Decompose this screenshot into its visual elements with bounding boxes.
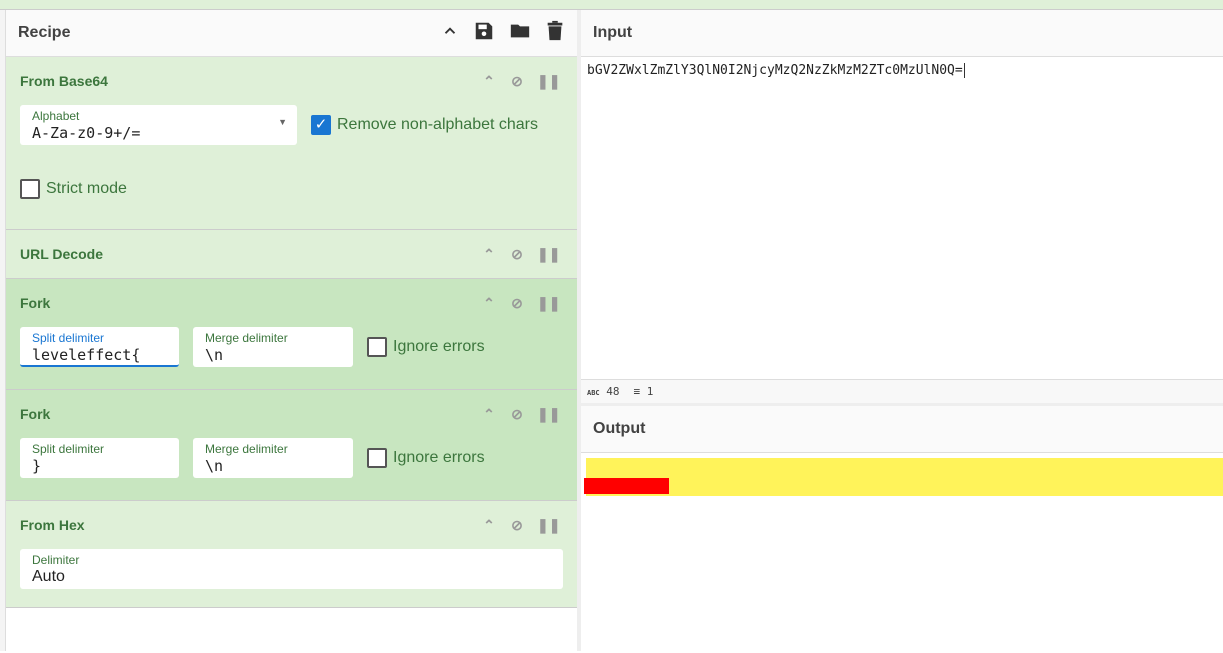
field-value: Auto xyxy=(32,568,65,585)
pause-icon[interactable]: ❚❚ xyxy=(537,406,560,423)
trash-icon[interactable] xyxy=(545,20,565,47)
pause-icon[interactable]: ❚❚ xyxy=(537,517,560,534)
delimiter-select[interactable]: Delimiter Auto xyxy=(20,549,563,589)
operation-title: From Base64 xyxy=(20,73,108,89)
field-label: Split delimiter xyxy=(32,442,105,456)
output-textarea[interactable] xyxy=(581,453,1223,653)
operation-from-hex[interactable]: From Hex ⌃ ⊘ ❚❚ Delimiter Auto xyxy=(6,501,577,608)
checkbox-label: Strict mode xyxy=(46,180,127,197)
operation-title: Fork xyxy=(20,406,51,422)
dropdown-arrow-icon[interactable]: ▼ xyxy=(278,117,287,127)
pause-icon[interactable]: ❚❚ xyxy=(537,246,560,263)
operation-title: URL Decode xyxy=(20,246,103,262)
checkbox-box[interactable] xyxy=(20,179,40,199)
io-panel: Input bGV2ZWxlZmZlY3QlN0I2NjcyMzQ2NzZkMz… xyxy=(581,10,1223,651)
disable-icon[interactable]: ⊘ xyxy=(509,517,525,534)
field-label: Merge delimiter xyxy=(205,331,288,345)
input-value: bGV2ZWxlZmZlY3QlN0I2NjcyMzQ2NzZkMzM2ZTc0… xyxy=(587,63,963,78)
disable-icon[interactable]: ⊘ xyxy=(509,73,525,90)
remove-non-alphabet-checkbox[interactable]: ✓ Remove non-alphabet chars xyxy=(311,115,538,135)
field-value: A-Za-z0-9+/= xyxy=(32,124,141,142)
alphabet-select[interactable]: Alphabet A-Za-z0-9+/= ▼ xyxy=(20,105,297,145)
field-value: leveleffect{ xyxy=(32,346,141,364)
chevron-up-icon[interactable]: ⌃ xyxy=(481,406,497,423)
lines-value: 1 xyxy=(646,385,654,398)
operation-fork[interactable]: Fork ⌃ ⊘ ❚❚ Split delimiter } Merge delimi… xyxy=(6,390,577,501)
split-delimiter-input[interactable]: Split delimiter } xyxy=(20,438,179,478)
field-label: Merge delimiter xyxy=(205,442,288,456)
pause-icon[interactable]: ❚❚ xyxy=(537,73,560,90)
abc-icon: ABC xyxy=(587,389,600,397)
field-value: \n xyxy=(205,457,224,475)
field-value: } xyxy=(32,457,42,475)
chevron-up-icon[interactable]: ⌃ xyxy=(481,73,497,90)
merge-delimiter-input[interactable]: Merge delimiter \n xyxy=(193,327,353,367)
checkbox-label: Remove non-alphabet chars xyxy=(337,116,539,133)
input-title: Input xyxy=(593,24,633,41)
disable-icon[interactable]: ⊘ xyxy=(509,406,525,423)
ignore-errors-checkbox[interactable]: Ignore errors xyxy=(367,448,485,468)
chevron-up-icon[interactable]: ⌃ xyxy=(481,295,497,312)
save-icon[interactable] xyxy=(473,20,495,47)
operation-title: From Hex xyxy=(20,517,85,533)
field-value: \n xyxy=(205,346,224,364)
chevron-up-icon[interactable] xyxy=(441,22,459,45)
operation-from-base64[interactable]: From Base64 ⌃ ⊘ ❚❚ Alphabet A-Za-z0-9+/= ▼… xyxy=(6,57,577,230)
lines-indicator: ≡ 1 xyxy=(634,385,654,398)
output-title: Output xyxy=(593,420,646,437)
input-textarea[interactable]: bGV2ZWxlZmZlY3QlN0I2NjcyMzQ2NzZkMzM2ZTc0… xyxy=(581,57,1223,379)
recipe-title: Recipe xyxy=(18,24,71,41)
checkbox-box[interactable] xyxy=(367,448,387,468)
length-indicator: ABC 48 xyxy=(587,385,620,398)
input-status-bar: ABC 48 ≡ 1 xyxy=(581,379,1223,403)
split-delimiter-input[interactable]: Split delimiter leveleffect{ xyxy=(20,327,179,367)
strict-mode-checkbox[interactable]: Strict mode xyxy=(20,179,127,199)
chevron-up-icon[interactable]: ⌃ xyxy=(481,246,497,263)
redacted-text xyxy=(584,478,669,494)
length-value: 48 xyxy=(606,385,620,398)
field-label: Delimiter xyxy=(32,553,80,567)
recipe-header: Recipe xyxy=(6,10,577,57)
disable-icon[interactable]: ⊘ xyxy=(509,246,525,263)
checkmark-icon[interactable]: ✓ xyxy=(311,115,331,135)
operation-url-decode[interactable]: URL Decode ⌃ ⊘ ❚❚ xyxy=(6,230,577,279)
output-header: Output xyxy=(581,406,1223,453)
disable-icon[interactable]: ⊘ xyxy=(509,295,525,312)
lines-icon: ≡ xyxy=(633,385,641,398)
pause-icon[interactable]: ❚❚ xyxy=(537,295,560,312)
recipe-panel: Recipe From Base64 ⌃ ⊘ ❚❚ Alphabet A-Za-z0… xyxy=(6,10,577,651)
operation-fork[interactable]: Fork ⌃ ⊘ ❚❚ Split delimiter leveleffect{ M… xyxy=(6,279,577,390)
checkbox-label: Ignore errors xyxy=(393,449,485,466)
ignore-errors-checkbox[interactable]: Ignore errors xyxy=(367,337,485,357)
input-header: Input xyxy=(581,10,1223,57)
field-label: Alphabet xyxy=(32,109,80,123)
top-banner xyxy=(0,0,1223,10)
merge-delimiter-input[interactable]: Merge delimiter \n xyxy=(193,438,353,478)
folder-icon[interactable] xyxy=(509,20,531,47)
checkbox-box[interactable] xyxy=(367,337,387,357)
chevron-up-icon[interactable]: ⌃ xyxy=(481,517,497,534)
operation-title: Fork xyxy=(20,295,51,311)
output-highlight xyxy=(586,458,1223,496)
field-label: Split delimiter xyxy=(32,331,105,345)
checkbox-label: Ignore errors xyxy=(393,338,485,355)
